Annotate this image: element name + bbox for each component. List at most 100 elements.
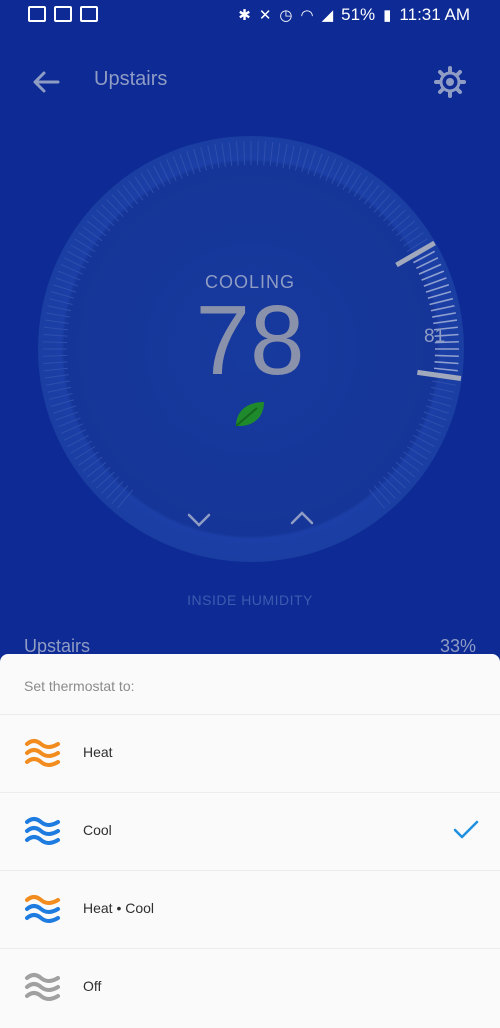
dial-tick [269, 142, 274, 167]
dial-tick [82, 456, 103, 472]
dial-tick [406, 446, 428, 460]
dial-tick [122, 184, 139, 205]
dial-tick [96, 471, 115, 489]
dial-tick [288, 145, 295, 170]
app-bar: Upstairs [0, 50, 500, 114]
dial-tick [96, 209, 115, 227]
dial-tick [91, 466, 111, 484]
wifi-icon: ◠ [300, 7, 314, 24]
option-cool[interactable]: Cool [0, 792, 500, 870]
dial-tick [368, 189, 386, 209]
option-label: Cool [83, 822, 112, 838]
dial-tick [391, 214, 411, 232]
dial-tick [207, 145, 214, 170]
dial-tick [421, 417, 445, 428]
dial-tick [403, 232, 424, 247]
youtube-icon [54, 6, 72, 22]
dial-tick [111, 485, 129, 504]
page-title: Upstairs [94, 68, 168, 90]
dial-tick [172, 155, 183, 179]
dial-tick [395, 220, 416, 237]
status-bar: ✱ ✕ ◷ ◠ ◢ 51% ▮ 11:31 AM [0, 0, 500, 32]
dial-tick [363, 184, 380, 205]
dial-tick [373, 194, 391, 213]
thermostat-screen: ✱ ✕ ◷ ◠ ◢ 51% ▮ 11:31 AM Upstairs COOLIN… [0, 0, 500, 1028]
dial-tick [91, 214, 111, 232]
dial-tick [116, 189, 134, 209]
sheet-header: Set thermostat to: [24, 678, 135, 694]
dial-tick [383, 204, 401, 222]
dial-tick [276, 142, 281, 167]
dial-tick [111, 194, 129, 213]
dial-tick [221, 142, 226, 167]
dial-tick [399, 226, 420, 242]
dial-tick [353, 176, 368, 197]
dial-tick [53, 405, 77, 414]
setpoint-temperature: 81 [424, 326, 446, 347]
dial-tick [387, 471, 406, 489]
humidity-label: INSIDE HUMIDITY [187, 592, 313, 608]
mute-icon: ✕ [258, 7, 272, 24]
dial-tick [235, 141, 239, 166]
dial-tick [301, 148, 309, 173]
off-icon [25, 973, 60, 1001]
dial-tick [403, 451, 424, 466]
increase-temp-button[interactable] [287, 506, 317, 532]
gear-icon [434, 66, 466, 98]
dial-tick [86, 461, 107, 478]
dial-tick [86, 220, 107, 237]
dial-tick [134, 176, 149, 197]
back-button[interactable] [28, 64, 64, 100]
dial-tick [140, 172, 154, 194]
dial-tick [295, 147, 302, 171]
dial-tick [263, 141, 267, 166]
dial-tick [214, 144, 220, 168]
dial-tick [378, 199, 396, 217]
status-indicators: ✱ ✕ ◷ ◠ ◢ 51% ▮ 11:31 AM [238, 5, 470, 25]
option-heat-cool[interactable]: Heat • Cool [0, 870, 500, 948]
leaf-icon [235, 402, 264, 427]
dial-tick [49, 393, 73, 400]
dial-tick [348, 172, 362, 194]
dial-tick [387, 209, 406, 227]
dial-tick [395, 461, 416, 478]
dial-tick [57, 417, 81, 428]
dial-tick [429, 393, 453, 400]
clock: 11:31 AM [399, 5, 470, 24]
cool-icon [25, 817, 60, 845]
dial-tick [373, 485, 391, 504]
option-label: Heat [83, 744, 113, 760]
dial-tick [319, 155, 330, 179]
dial-tick [391, 466, 411, 484]
alarm-icon: ◷ [279, 7, 293, 24]
notification-icons [28, 6, 98, 22]
dial-tick [313, 153, 323, 177]
dial-tick [128, 180, 144, 201]
dial-tick [307, 151, 316, 175]
settings-button[interactable] [432, 64, 468, 100]
back-arrow-icon [33, 71, 60, 93]
option-off[interactable]: Off [0, 948, 500, 1026]
dial-tick [368, 489, 386, 509]
dial-tick [106, 199, 124, 217]
dial-tick [50, 399, 75, 407]
dial-tick [425, 405, 449, 414]
dial-tick [179, 153, 189, 177]
dial-tick [186, 151, 195, 175]
heat-icon [25, 739, 60, 767]
dial-tick [399, 456, 420, 472]
decrease-temp-button[interactable] [184, 506, 214, 532]
photo-icon [80, 6, 98, 22]
dial-tick [78, 451, 99, 466]
option-heat[interactable]: Heat [0, 714, 500, 792]
dial-tick [383, 476, 401, 494]
mode-bottom-sheet: Set thermostat to: Heat Cool Heat • Cool… [0, 654, 500, 1028]
dial-tick [106, 481, 124, 499]
dial-tick [55, 411, 79, 421]
dial-tick [358, 180, 374, 201]
dial-tick [116, 489, 134, 509]
dial-tick [193, 148, 201, 173]
bluetooth-icon: ✱ [238, 7, 251, 24]
dial-tick [200, 147, 207, 171]
checkmark-icon [453, 820, 479, 839]
